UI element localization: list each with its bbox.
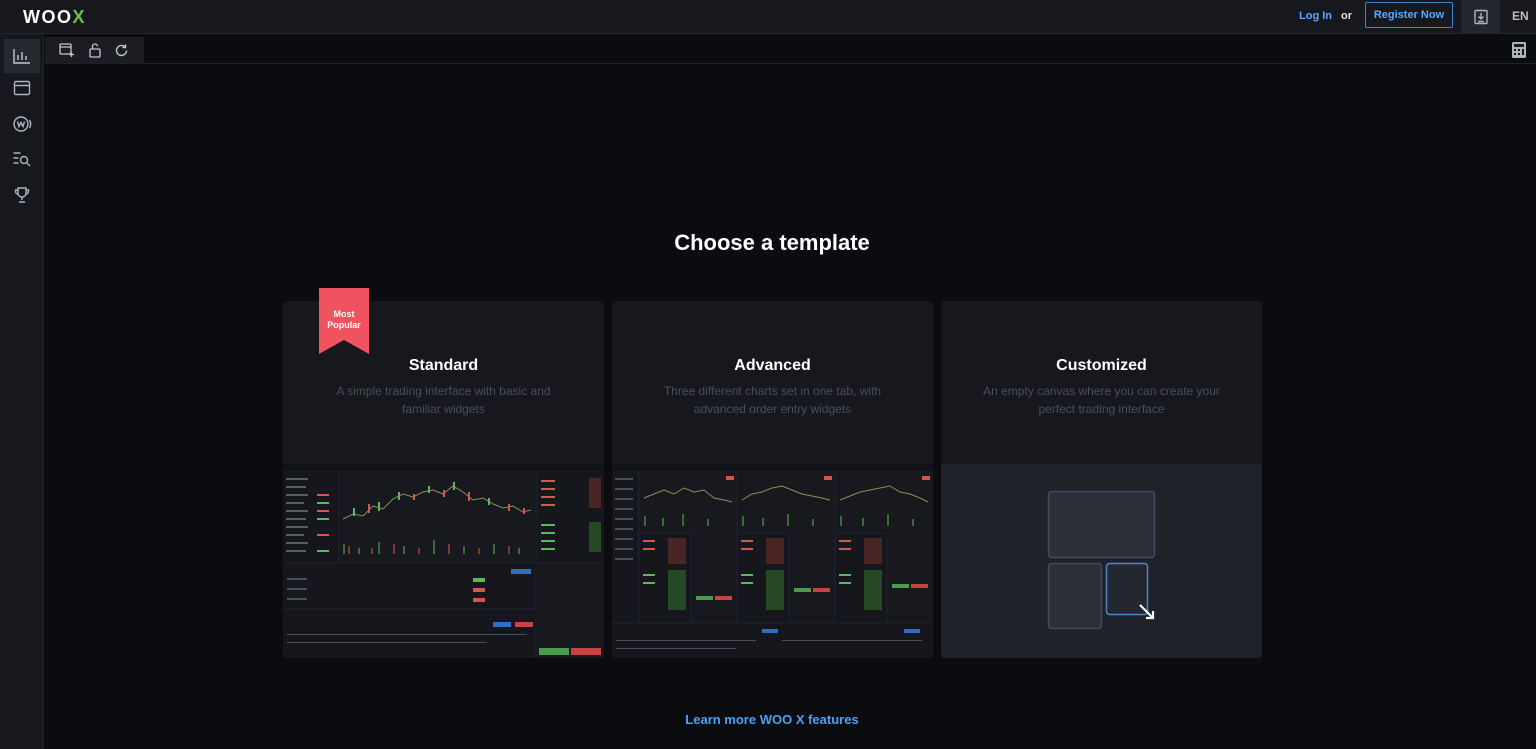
woox-logo[interactable]: WOOX	[23, 7, 86, 28]
template-card-customized[interactable]: Customized An empty canvas where you can…	[941, 301, 1262, 658]
window-icon	[13, 80, 31, 96]
sidebar-item-explore[interactable]	[4, 142, 40, 176]
learn-more-link[interactable]: Learn more WOO X features	[0, 712, 1536, 727]
register-button[interactable]: Register Now	[1365, 2, 1453, 28]
login-link[interactable]: Log In	[1299, 10, 1332, 22]
sidebar-item-competitions[interactable]	[4, 178, 40, 212]
refresh-icon	[115, 44, 127, 56]
template-description: A simple trading interface with basic an…	[336, 384, 551, 416]
standard-preview-image	[283, 464, 604, 658]
reset-layout-button[interactable]	[113, 42, 129, 58]
chart-icon	[13, 49, 30, 64]
customized-preview-image	[941, 464, 1262, 658]
sidebar-item-trade[interactable]	[4, 39, 40, 73]
calculator-button[interactable]	[1510, 41, 1528, 59]
woo-token-icon	[13, 116, 32, 132]
template-description: An empty canvas where you can create you…	[983, 384, 1220, 416]
template-card-standard[interactable]: Standard A simple trading interface with…	[283, 301, 604, 658]
search-list-icon	[13, 152, 31, 167]
add-layout-icon	[59, 43, 74, 57]
top-bar: WOOX Log In or Register Now EN	[0, 0, 1536, 34]
download-button[interactable]	[1461, 0, 1500, 34]
left-sidebar	[0, 34, 44, 749]
badge-label: Most Popular	[327, 309, 361, 330]
or-text: or	[1341, 10, 1352, 22]
template-title: Advanced	[734, 357, 811, 374]
layout-toolbar	[45, 37, 144, 63]
trophy-icon	[14, 187, 30, 203]
unlock-icon	[89, 43, 101, 58]
language-selector[interactable]: EN	[1512, 9, 1529, 23]
template-title: Standard	[408, 357, 479, 374]
add-layout-button[interactable]	[59, 42, 75, 58]
page-title: Choose a template	[674, 230, 870, 255]
template-card-advanced[interactable]: Advanced Three different charts set in o…	[612, 301, 933, 658]
template-description: Three different charts set in one tab, w…	[663, 384, 882, 416]
lock-layout-button[interactable]	[87, 42, 103, 58]
most-popular-badge: Most Popular	[319, 288, 369, 354]
download-icon	[1473, 9, 1488, 25]
sidebar-item-layout[interactable]	[4, 71, 40, 105]
advanced-preview-image	[612, 464, 933, 658]
template-title: Customized	[1056, 357, 1147, 374]
calculator-icon	[1512, 42, 1526, 58]
sidebar-item-woo[interactable]	[4, 107, 40, 141]
toolbar-divider	[45, 63, 1536, 64]
